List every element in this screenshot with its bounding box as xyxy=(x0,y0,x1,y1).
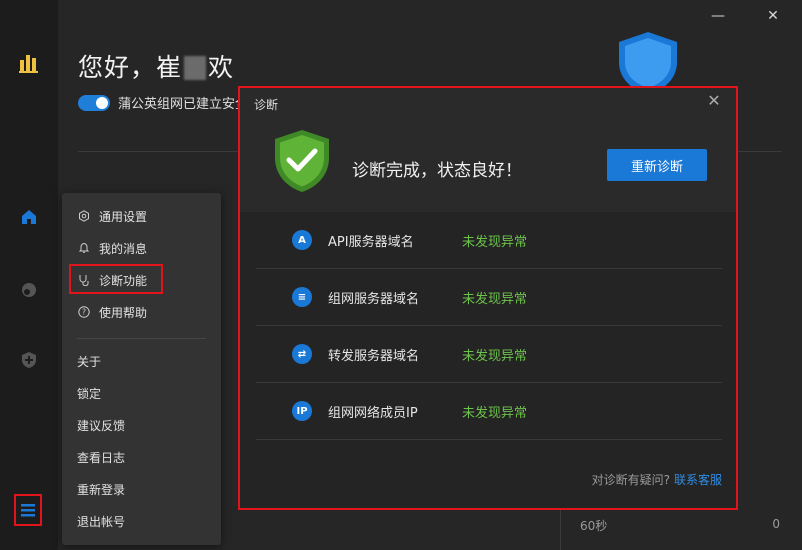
window-close-button[interactable]: ✕ xyxy=(765,8,781,24)
result-row: A API服务器域名 未发现异常 xyxy=(256,212,722,269)
result-name: 组网网络成员IP xyxy=(328,405,418,421)
redacted-name xyxy=(184,56,207,80)
contact-support-link[interactable]: 联系客服 xyxy=(674,473,722,487)
network-server-icon: ≡ xyxy=(292,287,312,307)
greeting-prefix: 您好，崔 xyxy=(78,53,183,82)
home-icon[interactable] xyxy=(18,206,40,228)
dialog-header: 诊断完成，状态良好！ 重新诊断 xyxy=(240,120,736,212)
result-name: 转发服务器域名 xyxy=(328,348,420,364)
network-icon[interactable] xyxy=(18,279,40,301)
rediagnose-button[interactable]: 重新诊断 xyxy=(607,149,707,181)
menu-item-feedback[interactable]: 建议反馈 xyxy=(62,411,221,439)
help-question: 对诊断有疑问? xyxy=(591,473,670,487)
result-row: IP 组网网络成员IP 未发现异常 xyxy=(256,383,722,440)
menu-item-general-settings[interactable]: 通用设置 xyxy=(62,202,221,230)
menu-item-messages[interactable]: 我的消息 xyxy=(62,234,221,262)
help-line: 对诊断有疑问? 联系客服 xyxy=(592,471,722,488)
result-row: ≡ 组网服务器域名 未发现异常 xyxy=(256,269,722,326)
help-icon: ? xyxy=(77,305,91,319)
menu-item-label: 我的消息 xyxy=(99,241,148,256)
menu-item-lock[interactable]: 锁定 xyxy=(62,379,221,407)
result-status: 未发现异常 xyxy=(462,291,528,307)
ip-icon: IP xyxy=(292,401,312,421)
result-status: 未发现异常 xyxy=(462,348,528,364)
result-name: 组网服务器域名 xyxy=(328,291,420,307)
result-row: ⇄ 转发服务器域名 未发现异常 xyxy=(256,326,722,383)
menu-item-label: 通用设置 xyxy=(99,209,148,224)
menu-item-logout[interactable]: 退出帐号 xyxy=(62,507,221,535)
connection-status-text: 蒲公英组网已建立安全 xyxy=(118,97,249,112)
menu-item-help[interactable]: ? 使用帮助 xyxy=(62,298,221,326)
highlight-box xyxy=(69,264,163,294)
result-status: 未发现异常 xyxy=(462,405,528,421)
logo-icon xyxy=(18,52,40,74)
diagnostics-dialog: 诊断 ✕ 诊断完成，状态良好！ 重新诊断 A API服务器域名 未发现异常 ≡ … xyxy=(240,88,736,508)
bell-icon xyxy=(77,241,91,255)
menu-item-relogin[interactable]: 重新登录 xyxy=(62,475,221,503)
diagnosis-message: 诊断完成，状态良好！ xyxy=(352,161,522,181)
menu-item-view-logs[interactable]: 查看日志 xyxy=(62,443,221,471)
minimize-button[interactable]: — xyxy=(710,8,726,24)
dialog-close-button[interactable]: ✕ xyxy=(706,93,722,109)
result-status: 未发现异常 xyxy=(462,234,528,250)
greeting: 您好，崔欢 xyxy=(78,48,234,84)
svg-text:?: ? xyxy=(82,308,86,317)
settings-icon xyxy=(77,209,91,223)
menu-item-label: 使用帮助 xyxy=(99,305,148,320)
relay-server-icon: ⇄ xyxy=(292,344,312,364)
connection-status: 蒲公英组网已建立安全 xyxy=(78,93,248,112)
shield-check-icon xyxy=(272,128,332,198)
settings-menu: 通用设置 我的消息 诊断功能 ? 使用帮助 关于 锁定 建议反馈 查看日志 重新… xyxy=(62,193,221,545)
diagnosis-results: A API服务器域名 未发现异常 ≡ 组网服务器域名 未发现异常 ⇄ 转发服务器… xyxy=(240,212,736,508)
count-label: 0 xyxy=(772,517,780,531)
dialog-title: 诊断 xyxy=(254,98,279,112)
security-icon[interactable] xyxy=(18,349,40,371)
network-toggle[interactable] xyxy=(78,94,110,111)
menu-divider xyxy=(77,338,206,339)
api-server-icon: A xyxy=(292,230,312,250)
result-name: API服务器域名 xyxy=(328,234,414,250)
left-rail xyxy=(0,0,58,550)
menu-item-about[interactable]: 关于 xyxy=(62,347,221,375)
hamburger-icon xyxy=(21,504,35,517)
greeting-suffix: 欢 xyxy=(208,53,235,82)
menu-button[interactable] xyxy=(14,494,42,526)
timer-label: 60秒 xyxy=(580,519,608,533)
